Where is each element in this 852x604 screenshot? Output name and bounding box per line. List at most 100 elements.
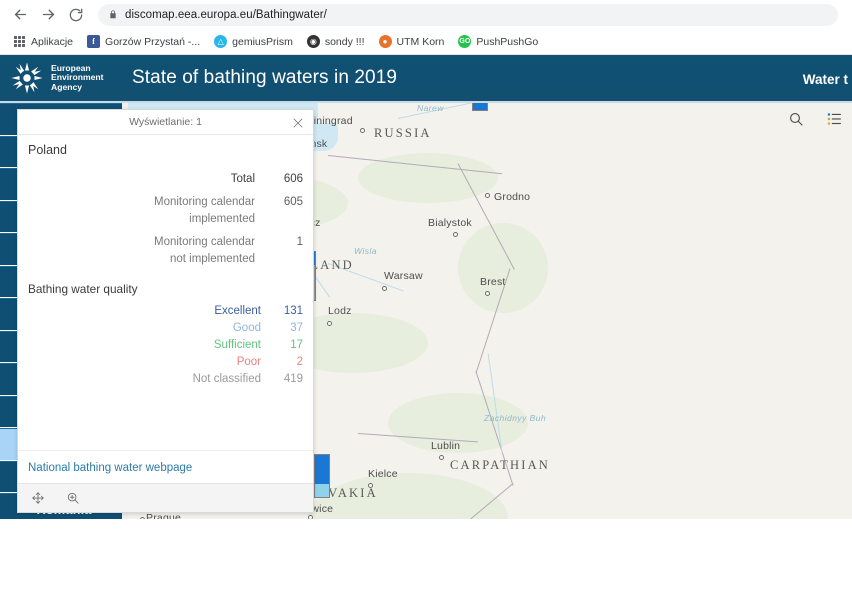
popup-footer-tools [18,483,313,512]
bookmark-gorzow-przystan[interactable]: f Gorzów Przystań -... [81,32,206,52]
quality-value: 2 [296,356,303,368]
quality-row-sufficient: Sufficient 17 [28,339,303,351]
marker-segment [473,103,487,110]
map-city-dot [140,517,145,519]
eea-logo-text: European Environment Agency [51,63,104,93]
search-icon[interactable] [786,109,806,129]
legend-list-icon[interactable] [824,109,844,129]
feature-popup[interactable]: Wyświetlanie: 1 Poland Total 606 Monitorin… [17,109,314,513]
map-city-label: Brest [480,276,506,288]
map-marker-belarus[interactable] [472,103,488,111]
stat-value: 1 [296,236,303,248]
stat-row: Monitoring calendar not implemented 1 [28,234,303,268]
quality-value: 131 [283,305,303,317]
stat-value: 605 [283,196,303,208]
bookmark-label: sondy !!! [324,35,365,48]
map-river-label: Wisla [354,246,377,256]
popup-country-name: Poland [28,143,67,157]
forward-arrow-icon[interactable] [36,3,60,27]
app-body: RUSSIAPOLANDCZECHIASLOVAKIACARPATHIANKal… [0,103,852,519]
map-city-dot [360,128,365,133]
map-river-label: Narew [417,103,444,113]
reload-icon[interactable] [64,3,88,27]
marker-segment [315,483,329,497]
bookmark-gemiusprism[interactable]: △ gemiusPrism [208,32,299,52]
facebook-icon: f [87,35,101,48]
app-header: European Environment Agency State of bat… [0,55,852,103]
eea-logo-line3: Agency [51,81,83,92]
map-city-dot [368,483,373,488]
pushpushgo-icon: GO [458,35,472,48]
map-country-label: CARPATHIAN [450,458,551,472]
stat-label: Total [230,173,255,185]
quality-row-not-classified: Not classified 419 [28,373,303,385]
stat-row: Total 606 [28,171,303,188]
bookmark-label: Gorzów Przystań -... [105,35,201,48]
page-whitespace [0,521,852,604]
popup-statistics: Total 606 Monitoring calendar implemented 6… [28,171,303,268]
apps-grid-icon [13,35,26,48]
map-city-dot [453,232,458,237]
popup-header-title: Wyświetlanie: 1 [129,116,202,128]
map-city-label: Grodno [494,191,531,203]
quality-value: 37 [290,322,303,334]
map-city-dot [485,193,490,198]
gemius-icon: △ [214,35,228,48]
bookmark-pushpushgo[interactable]: GO PushPushGo [452,32,544,52]
map-city-label: Prague [146,512,182,519]
quality-row-poor: Poor 2 [28,356,303,368]
quality-label: Good [232,322,261,334]
back-arrow-icon[interactable] [8,3,32,27]
eea-sun-logo-icon [11,62,43,94]
map-city-dot [439,455,444,460]
quality-value: 419 [283,373,303,385]
close-icon[interactable] [288,113,307,132]
map-tools [786,109,844,129]
bookmark-sondy[interactable]: ◉ sondy !!! [301,32,371,52]
pan-icon[interactable] [28,489,47,508]
map-city-label: Kielce [368,468,398,480]
terrain-blob [458,223,548,313]
bookmark-label: UTM Korn [396,35,445,48]
header-nav-label: Water t [802,71,848,87]
stat-label: Monitoring calendar implemented [153,196,255,225]
bookmark-aplikacje[interactable]: Aplikacje [7,32,79,52]
map-marker-slovakia[interactable] [314,454,330,498]
page-title: State of bathing waters in 2019 [132,67,398,88]
national-bathing-water-webpage-link[interactable]: National bathing water webpage [28,462,192,474]
quality-row-excellent: Excellent 131 [28,305,303,317]
popup-header: Wyświetlanie: 1 [18,110,313,135]
marker-segment [315,455,329,484]
quality-label: Excellent [214,305,261,317]
map-city-label: Lublin [431,440,461,452]
quality-label: Poor [236,356,261,368]
popup-quality-list: Excellent 131 Good 37 Sufficient 17 Poor 2 Not c… [28,305,303,385]
map-city-dot [308,515,313,519]
bookmarks-bar: Aplikacje f Gorzów Przystań -... △ gemiu… [0,29,852,55]
map-city-dot [382,286,387,291]
zoom-in-icon[interactable] [63,489,82,508]
header-right-nav[interactable]: Water t [803,55,852,103]
quality-row-good: Good 37 [28,322,303,334]
map-river-label: Zachidnyy Buh [484,413,547,423]
stat-row: Monitoring calendar implemented 605 [28,194,303,228]
popup-body: Poland Total 606 Monitoring calendar imple… [18,135,313,450]
map-city-label: Warsaw [384,270,423,282]
address-bar-url: discomap.eea.europa.eu/Bathingwater/ [125,8,327,21]
stat-value: 606 [283,173,303,185]
quality-label: Sufficient [213,339,261,351]
bookmark-label: PushPushGo [476,35,539,48]
eea-logo[interactable]: European Environment Agency [0,61,122,95]
bookmark-label: gemiusPrism [232,35,293,48]
map-city-label: Lodz [328,305,352,317]
browser-chrome: discomap.eea.europa.eu/Bathingwater/ Apl… [0,0,852,55]
browser-toolbar: discomap.eea.europa.eu/Bathingwater/ [0,0,852,29]
bookmark-utm-korn[interactable]: ● UTM Korn [373,32,451,52]
popup-section-title: Bathing water quality [28,282,138,296]
quality-label: Not classified [192,373,261,385]
address-bar[interactable]: discomap.eea.europa.eu/Bathingwater/ [98,3,838,26]
sondy-icon: ◉ [306,35,320,48]
stat-label: Monitoring calendar not implemented [153,236,255,265]
bookmark-label: Aplikacje [31,35,74,48]
lock-icon [108,9,118,20]
